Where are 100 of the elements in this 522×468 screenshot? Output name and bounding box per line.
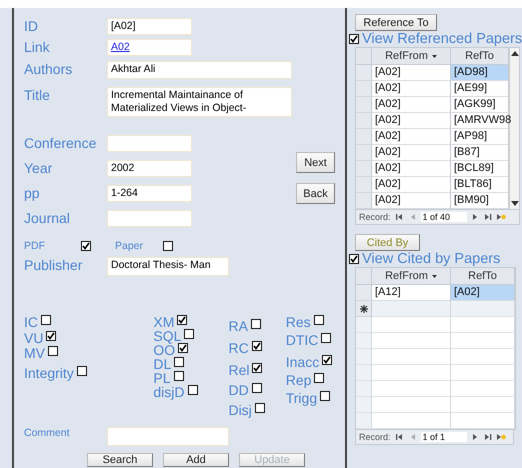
form-button[interactable]: Search	[87, 453, 153, 467]
scrollbar[interactable]	[509, 48, 519, 209]
flag-label: disjD	[153, 385, 185, 400]
flag-label: DL	[153, 357, 172, 372]
pdf-checkbox[interactable]	[81, 241, 91, 251]
input-field[interactable]	[107, 427, 229, 446]
field-label: Conference	[24, 135, 98, 151]
flag-checkbox[interactable]	[41, 315, 51, 325]
flag-label: SQL	[153, 329, 182, 344]
field-label: Title	[24, 87, 51, 103]
input-field[interactable]	[107, 135, 192, 152]
flag-checkbox[interactable]	[76, 366, 87, 376]
panel-title: View Cited by Papers	[362, 251, 500, 267]
input-field[interactable]: 2002	[107, 160, 192, 177]
flag-checkbox[interactable]	[252, 363, 262, 373]
new-record-icon[interactable]	[496, 433, 506, 441]
first-record-icon[interactable]	[394, 213, 404, 221]
field-label: Year	[24, 160, 54, 176]
comment-label: Comment	[24, 427, 70, 439]
paper-checkbox[interactable]	[163, 241, 173, 251]
flag-label: Integrity	[24, 366, 74, 381]
input-field[interactable]: Akhtar Ali	[107, 61, 292, 79]
input-field[interactable]: Doctoral Thesis- Man	[107, 257, 229, 276]
table-cell: [BCL89]	[451, 161, 509, 177]
flag-label: DTIC	[286, 333, 318, 348]
back-button[interactable]: Back	[296, 183, 335, 204]
field-label: Journal	[24, 210, 71, 226]
flag-checkbox[interactable]	[188, 385, 198, 395]
field-label: Authors	[24, 61, 74, 77]
flag-label: MV	[24, 346, 45, 361]
table-cell: [A02]	[372, 161, 451, 177]
new-record-icon[interactable]	[496, 213, 506, 221]
flag-checkbox[interactable]	[320, 391, 330, 401]
flag-checkbox[interactable]	[254, 403, 265, 413]
link-field[interactable]: A02	[107, 39, 192, 56]
dropdown-icon[interactable]	[432, 274, 437, 278]
column-header[interactable]: RefFrom	[372, 268, 451, 285]
flag-checkbox[interactable]	[250, 319, 261, 329]
column-header[interactable]: RefTo	[451, 268, 515, 285]
scroll-up-icon[interactable]	[510, 51, 518, 56]
field-label: pp	[24, 185, 41, 201]
field-label: Link	[24, 39, 51, 55]
last-record-icon[interactable]	[484, 213, 493, 221]
flag-checkbox[interactable]	[178, 343, 188, 353]
table-cell: [A02]	[372, 129, 451, 145]
flag-checkbox[interactable]	[252, 341, 262, 351]
table-cell: [A02]	[451, 285, 515, 301]
flag-checkbox[interactable]	[174, 371, 184, 381]
next-button[interactable]: Next	[296, 152, 335, 173]
flag-checkbox[interactable]	[252, 383, 262, 393]
flag-label: VU	[24, 331, 44, 346]
record-position[interactable]: 1 of 1	[420, 432, 467, 442]
table-cell: [BLT86]	[451, 177, 509, 193]
view-checkbox[interactable]	[349, 34, 359, 44]
input-field[interactable]: [A02]	[107, 18, 192, 35]
field-label: ID	[24, 18, 39, 34]
table-cell: [A02]	[372, 145, 451, 161]
table-cell: [AP98]	[451, 129, 509, 145]
last-record-icon[interactable]	[484, 433, 493, 441]
table-cell: [A02]	[372, 65, 451, 81]
flag-label: Res	[286, 315, 311, 330]
flag-checkbox[interactable]	[174, 357, 184, 367]
flag-checkbox[interactable]	[314, 315, 324, 325]
table-cell: [AMRVW98	[451, 113, 509, 129]
flag-checkbox[interactable]	[322, 355, 332, 365]
table-cell: [AD98]	[451, 65, 509, 81]
form-button[interactable]: Add	[163, 453, 229, 467]
new-row-selector[interactable]	[356, 301, 372, 317]
record-label: Record:	[359, 432, 391, 442]
dropdown-icon[interactable]	[432, 54, 437, 58]
flag-checkbox[interactable]	[48, 346, 58, 356]
paper-link[interactable]: A02	[111, 41, 130, 53]
view-checkbox[interactable]	[349, 254, 359, 264]
input-field[interactable]: Incremental Maintainance of Materialized Views in Object-	[107, 87, 292, 117]
table-cell: [AGK99]	[451, 97, 509, 113]
flag-label: XM	[153, 315, 174, 330]
scroll-down-icon[interactable]	[510, 201, 518, 206]
flag-label: Trigg	[286, 391, 318, 406]
flag-checkbox[interactable]	[314, 373, 324, 383]
flag-label: RC	[228, 341, 249, 356]
flag-checkbox[interactable]	[184, 329, 194, 339]
record-label: Record:	[359, 212, 391, 222]
flag-label: Rep	[286, 373, 312, 388]
reference-to-button[interactable]: Reference To	[355, 14, 437, 31]
record-position[interactable]: 1 of 40	[420, 212, 467, 222]
input-field[interactable]	[107, 210, 192, 227]
input-field[interactable]: 1-264	[107, 185, 192, 202]
flag-checkbox[interactable]	[46, 331, 56, 341]
paper-label: Paper	[115, 240, 144, 252]
table-cell: [A02]	[372, 177, 451, 193]
flag-label: Inacc	[286, 355, 320, 370]
column-header[interactable]: RefTo	[451, 48, 509, 65]
flag-checkbox[interactable]	[321, 333, 332, 343]
flag-checkbox[interactable]	[177, 315, 188, 325]
flag-label: PL	[153, 371, 171, 386]
first-record-icon[interactable]	[394, 433, 404, 441]
pdf-label: PDF	[24, 240, 45, 252]
flag-label: OO	[153, 343, 176, 358]
column-header[interactable]: RefFrom	[372, 48, 451, 65]
table-cell: [A02]	[372, 97, 451, 113]
